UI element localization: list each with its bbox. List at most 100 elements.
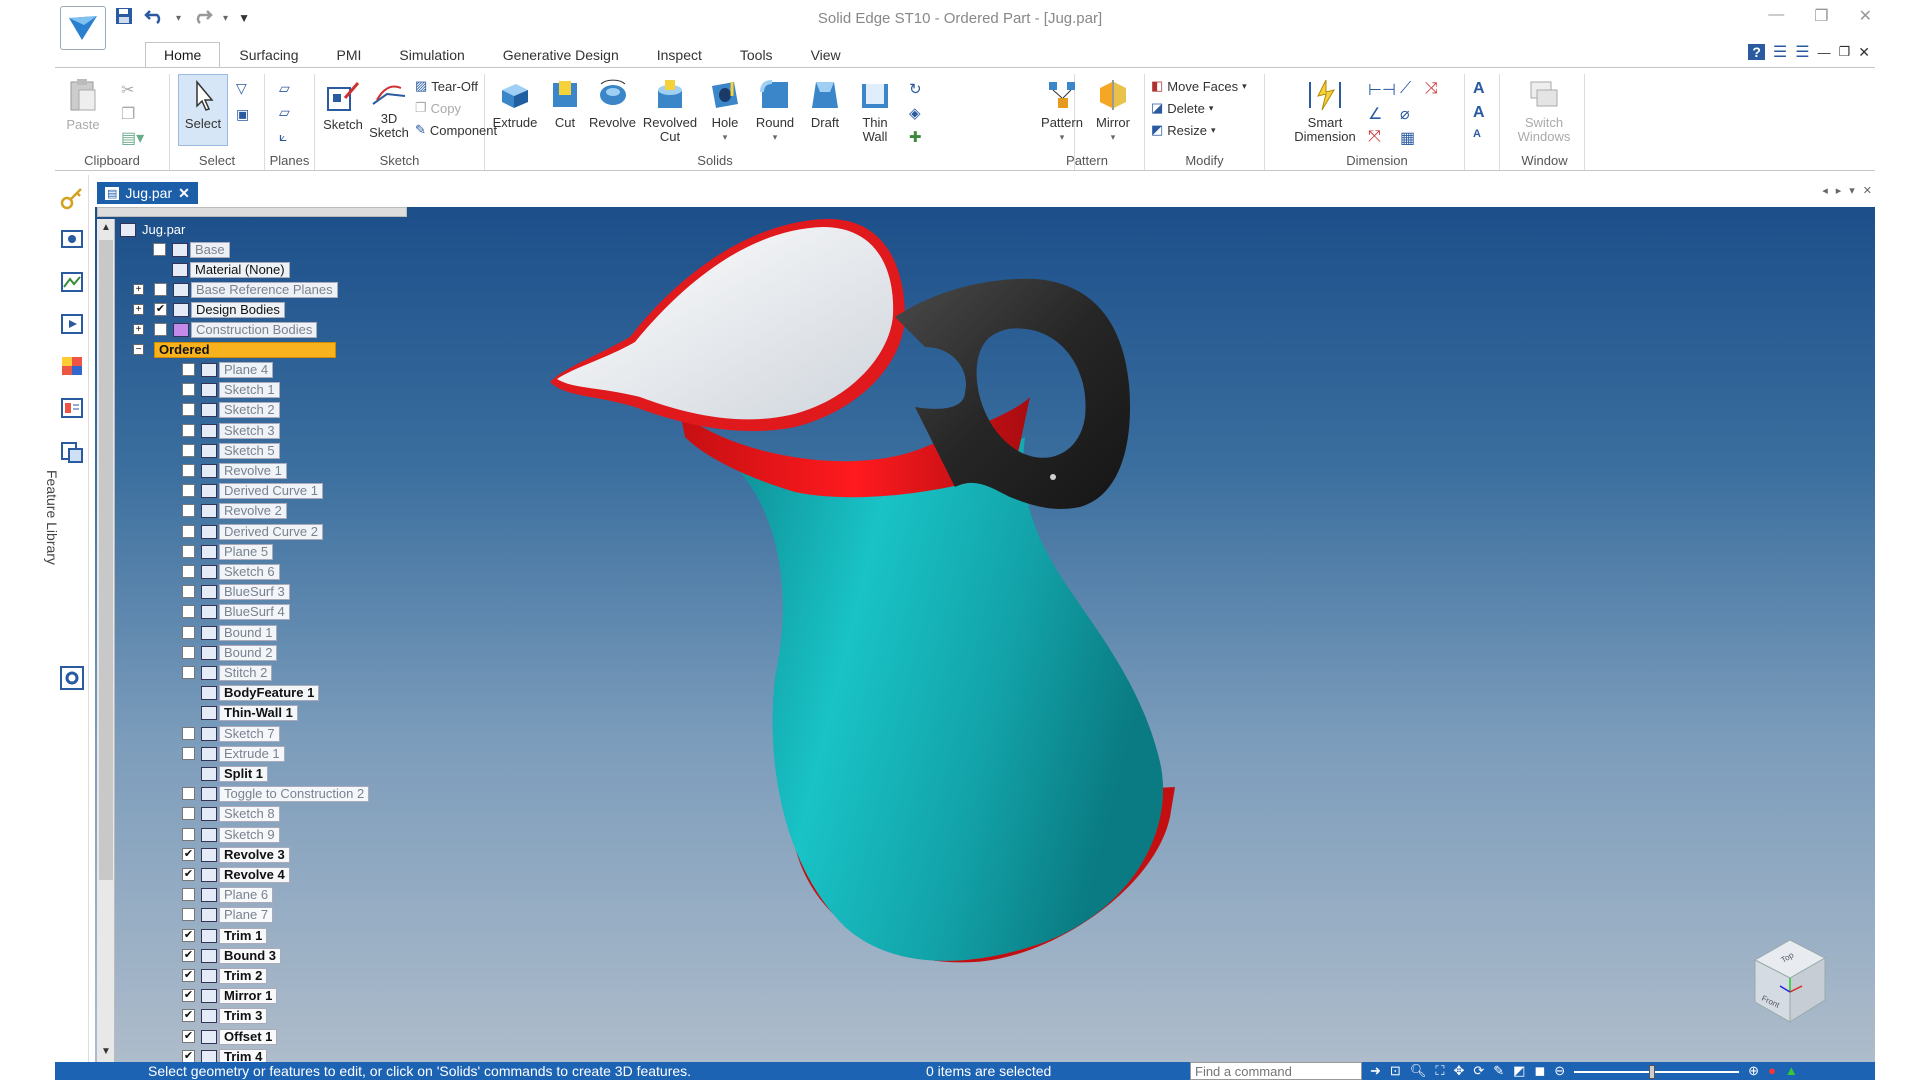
hole-dropdown-icon[interactable]: ▾ [700, 130, 750, 144]
expand-icon[interactable]: + [133, 304, 144, 315]
tree-feature-row[interactable]: Sketch 5 [182, 442, 280, 459]
select-button[interactable]: Select [178, 74, 228, 146]
tree-feature-row[interactable]: Split 1 [201, 765, 269, 782]
feature-visibility-checkbox[interactable] [182, 626, 195, 639]
intellisketch-icon[interactable]: ⤨ [1425, 80, 1438, 98]
zoom-slider-thumb[interactable] [1649, 1065, 1656, 1079]
feature-visibility-checkbox[interactable]: ✔ [182, 989, 195, 1002]
tree-feature-row[interactable]: Plane 6 [182, 886, 274, 903]
tree-feature-row[interactable]: ✔ Bound 3 [182, 947, 281, 964]
smart-dimension-button[interactable]: Smart Dimension [1290, 78, 1360, 144]
restore-icon[interactable]: ❐ [1814, 6, 1828, 26]
tree-feature-row[interactable]: ✔ Trim 2 [182, 967, 268, 984]
feature-visibility-checkbox[interactable]: ✔ [182, 969, 195, 982]
tree-feature-row[interactable]: ✔ Trim 1 [182, 927, 268, 944]
delete-button[interactable]: ◪ Delete ▾ [1151, 100, 1213, 116]
tree-feature-row[interactable]: Extrude 1 [182, 745, 285, 762]
tree-feature-row[interactable]: Thin-Wall 1 [201, 704, 298, 721]
tree-feature-row[interactable]: Sketch 1 [182, 381, 280, 398]
rib-icon[interactable]: ◈ [909, 104, 921, 122]
stop-icon[interactable]: ● [1768, 1063, 1776, 1079]
zoom-in-icon[interactable]: ⊕ [1748, 1063, 1759, 1079]
parallel-plane-icon[interactable]: ▱ [279, 104, 290, 121]
tree-node-ordered[interactable]: − Ordered [133, 341, 336, 358]
pathfinder-scrollbar-thumb[interactable] [99, 240, 113, 880]
upgrade-icon[interactable]: ▲ [1785, 1063, 1798, 1079]
feature-visibility-checkbox[interactable] [182, 585, 195, 598]
feature-visibility-checkbox[interactable] [182, 807, 195, 820]
feature-visibility-checkbox[interactable] [182, 464, 195, 477]
sketch-button[interactable]: Sketch [321, 78, 365, 132]
tree-feature-row[interactable]: Sketch 7 [182, 725, 280, 742]
scroll-up-icon[interactable]: ▲ [101, 222, 111, 233]
mirror-dropdown-icon[interactable]: ▾ [1088, 130, 1138, 144]
zoom-out-icon[interactable]: ⊖ [1554, 1063, 1565, 1079]
render-style-icon[interactable]: ◼ [1534, 1063, 1545, 1079]
distance-between-icon[interactable]: ⊢⊣ [1368, 80, 1396, 100]
zoom-area-icon[interactable]: ⊡ [1390, 1063, 1401, 1079]
tree-feature-row[interactable]: Revolve 2 [182, 502, 287, 519]
text-style-icon[interactable]: A [1473, 80, 1485, 98]
pattern-dropdown-icon[interactable]: ▾ [1036, 130, 1088, 144]
feature-visibility-checkbox[interactable] [182, 605, 195, 618]
help-icon[interactable]: ? [1748, 44, 1765, 60]
tab-view[interactable]: View [792, 42, 860, 68]
fit-icon[interactable]: ⛶ [1435, 1063, 1444, 1079]
feature-library-icon[interactable] [59, 439, 85, 465]
tree-feature-row[interactable]: ✔ Revolve 4 [182, 866, 290, 883]
tab-tools[interactable]: Tools [721, 42, 792, 68]
expand-icon[interactable]: + [133, 284, 144, 295]
pathfinder-resize-handle[interactable] [97, 207, 407, 217]
mirror-button[interactable]: Mirror ▾ [1088, 78, 1138, 144]
thin-wall-button[interactable]: Thin Wall [850, 78, 900, 144]
sketch-view-icon[interactable]: ✎ [1493, 1063, 1504, 1079]
tree-feature-row[interactable]: Toggle to Construction 2 [182, 785, 370, 802]
view-orientation-icon[interactable]: ◩ [1513, 1063, 1525, 1079]
feature-visibility-checkbox[interactable]: ✔ [182, 868, 195, 881]
command-finder-input[interactable] [1190, 1062, 1362, 1080]
tree-feature-row[interactable]: Sketch 8 [182, 805, 280, 822]
feature-library-tab[interactable]: Feature Library [44, 470, 60, 565]
pathfinder-key-icon[interactable] [59, 185, 85, 211]
tab-home[interactable]: Home [145, 42, 221, 68]
more-solids-icon[interactable]: ✚ [909, 128, 922, 146]
feature-visibility-checkbox[interactable] [182, 727, 195, 740]
pattern-button[interactable]: Pattern ▾ [1036, 78, 1088, 144]
feature-visibility-checkbox[interactable] [182, 504, 195, 517]
ribbon-options-icon[interactable]: ☰ [1773, 42, 1787, 62]
feature-visibility-checkbox[interactable]: ✔ [182, 1009, 195, 1022]
feature-visibility-checkbox[interactable]: ✔ [182, 929, 195, 942]
feature-visibility-checkbox[interactable] [182, 403, 195, 416]
tree-feature-row[interactable]: Bound 2 [182, 644, 278, 661]
feature-visibility-checkbox[interactable] [182, 888, 195, 901]
tree-feature-row[interactable]: Sketch 6 [182, 563, 280, 580]
graphics-viewport[interactable] [95, 207, 1875, 1062]
tab-surfacing[interactable]: Surfacing [220, 42, 317, 68]
tree-feature-row[interactable]: Sketch 9 [182, 826, 280, 843]
jug-3d-model[interactable] [95, 207, 1875, 1062]
symmetric-diameter-icon[interactable]: ⌀ [1400, 104, 1410, 124]
tree-feature-row[interactable]: BodyFeature 1 [201, 684, 320, 701]
coordinate-dimension-icon[interactable]: ⟋ [1400, 80, 1411, 98]
angle-between-icon[interactable]: ∠ [1368, 104, 1382, 124]
scroll-down-icon[interactable]: ▼ [101, 1046, 111, 1057]
selection-filter-icon[interactable]: ▽ [236, 80, 247, 97]
tree-feature-row[interactable]: Sketch 3 [182, 422, 280, 439]
tree-feature-row[interactable]: Plane 7 [182, 906, 274, 923]
views-icon[interactable] [59, 269, 85, 295]
construction-bodies-checkbox[interactable] [154, 323, 167, 336]
extrude-button[interactable]: Extrude [485, 78, 545, 130]
expand-icon[interactable]: + [133, 324, 144, 335]
feature-visibility-checkbox[interactable] [182, 666, 195, 679]
variable-table-icon[interactable]: ▦ [1400, 128, 1415, 148]
tab-pmi[interactable]: PMI [318, 42, 381, 68]
coordinate-system-icon[interactable]: ⟀ [279, 128, 287, 145]
feature-visibility-checkbox[interactable] [182, 787, 195, 800]
document-close-icon[interactable]: ✕ [178, 185, 190, 202]
switch-windows-button[interactable]: Switch Windows [1511, 78, 1577, 144]
feature-visibility-checkbox[interactable] [182, 646, 195, 659]
paste-button[interactable]: Paste [63, 78, 103, 132]
feature-visibility-checkbox[interactable] [182, 484, 195, 497]
move-faces-button[interactable]: ◧ Move Faces ▾ [1151, 78, 1247, 94]
tree-node-base-reference-planes[interactable]: + Base Reference Planes [133, 281, 338, 298]
